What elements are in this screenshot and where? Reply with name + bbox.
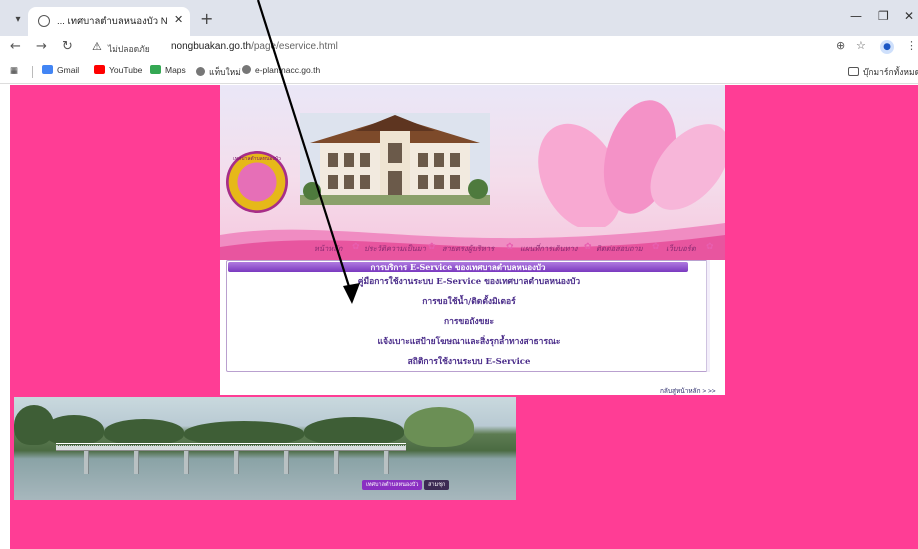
panel-scrollbar[interactable] [706,260,710,372]
water-meter-link[interactable]: การขอใช้น้ำ/ติดตั้งมิเตอร์ [227,294,711,308]
restore-icon[interactable]: ❐ [878,9,889,23]
menu-icon[interactable]: ⋮ [906,39,917,52]
globe-icon [242,65,251,74]
all-bookmarks[interactable]: บุ๊กมาร์กทั้งหมด [848,65,918,79]
maps-icon [150,65,161,74]
district-badge: สามชุก [424,480,450,490]
back-to-home-link[interactable]: กลับสู่หน้าหลัก > >> [660,386,716,396]
river-bridge-photo: เทศบาลตำบลหนองบัว สามชุก [14,397,516,500]
browser-toolbar: ← → ↻ ⚠ ไม่ปลอดภัย nongbuakan.go.th/page… [0,36,918,60]
folder-icon [848,67,859,76]
window-close-icon[interactable]: ✕ [904,9,914,23]
close-tab-icon[interactable]: ✕ [174,13,183,26]
new-tab-icon[interactable]: + [200,9,213,28]
bookmarks-bar: ▦ Gmail YouTube Maps แท็บใหม่ e-plan.nac… [0,60,918,84]
tree [44,415,104,445]
bookmark-label: แท็บใหม่ [209,67,241,77]
bookmark-label: Gmail [57,65,80,75]
bookmark-newtab[interactable]: แท็บใหม่ [196,65,241,79]
google-icon [42,65,53,74]
nav-contact[interactable]: ติดต่อสอบถาม [596,243,643,255]
report-signs-link[interactable]: แจ้งเบาะแสป้ายโฆษณาและสิ่งรุกล้ำทางสาธาร… [227,334,711,348]
bridge-pillar [284,451,289,474]
bookmark-maps[interactable]: Maps [150,65,186,75]
footer-badges: เทศบาลตำบลหนองบัว สามชุก [362,480,450,490]
eservice-stats-link[interactable]: สถิติการใช้งานระบบ E-Service [227,354,711,368]
address-bar[interactable]: ⚠ ไม่ปลอดภัย nongbuakan.go.th/page/eserv… [86,37,906,59]
bridge-pillar [84,451,89,474]
security-label[interactable]: ไม่ปลอดภัย [108,42,150,56]
nav-executive-line[interactable]: สายตรงผู้บริหาร [442,243,494,255]
profile-avatar[interactable]: ● [880,40,894,54]
garbage-bin-link[interactable]: การขอถังขยะ [227,314,711,328]
forward-icon[interactable]: → [36,39,47,54]
flower-icon: ✿ [652,242,660,252]
eservice-title: การบริการ E-Service ของเทศบาลตำบลหนองบัว [228,262,688,272]
url-text[interactable]: nongbuakan.go.th/page/eservice.html [171,41,338,52]
pink-background [10,85,220,395]
youtube-icon [94,65,105,74]
url-host: nongbuakan.go.th [171,41,252,52]
tree [104,419,184,445]
bookmark-label: e-plan.nacc.go.th [255,65,321,75]
flower-icon: ✿ [706,242,714,252]
pink-background [725,85,918,395]
bookmark-divider [32,66,33,78]
nav-webboard[interactable]: เว็บบอร์ด [666,243,696,255]
bridge-pillar [334,451,339,474]
bridge-pillar [384,451,389,474]
flower-icon: ✿ [506,242,514,252]
back-icon[interactable]: ← [10,39,21,54]
seal-text: เทศบาลตำบลหนองบัว [233,156,281,162]
nav-home[interactable]: หน้าหลัก [314,243,342,255]
bookmark-youtube[interactable]: YouTube [94,65,142,75]
bookmark-label: Maps [165,65,186,75]
globe-icon [38,15,50,27]
flower-icon: ✿ [352,242,360,252]
main-nav: หน้าหลัก ✿ ประวัติความเป็นมา ✿ สายตรงผู้… [300,241,723,259]
eservice-manual-link[interactable]: คู่มือการใช้งานระบบ E-Service ของเทศบาลต… [227,274,711,288]
site-banner: เทศบาลตำบลหนองบัว [220,85,725,260]
bookmark-gmail[interactable]: Gmail [42,65,79,75]
star-icon[interactable]: ☆ [856,39,866,52]
tree [404,407,474,447]
warning-icon[interactable]: ⚠ [92,40,102,53]
bridge-deck [56,446,406,451]
nav-travel-map[interactable]: แผนที่การเดินทาง [520,243,577,255]
building-image [300,113,490,205]
bookmark-label: YouTube [109,65,143,75]
flower-icon: ✿ [584,242,592,252]
apps-icon[interactable]: ▦ [10,65,18,76]
zoom-icon[interactable]: ⊕ [836,39,845,52]
lotus-graphic [538,100,725,227]
reload-icon[interactable]: ↻ [62,39,73,54]
bridge-pillar [234,451,239,474]
bridge-pillar [184,451,189,474]
tab-search-icon[interactable]: ▾ [10,12,26,28]
nav-history[interactable]: ประวัติความเป็นมา [364,243,426,255]
eservice-panel: การบริการ E-Service ของเทศบาลตำบลหนองบัว… [226,260,710,372]
url-path: /page/eservice.html [251,41,338,52]
tree [184,421,304,445]
minimize-icon[interactable]: — [850,9,862,23]
bookmark-eplan[interactable]: e-plan.nacc.go.th [242,65,320,75]
tree [304,417,404,445]
active-tab[interactable]: ... เทศบาลตำบลหนองบัว NoNGB ✕ [28,7,190,36]
all-bookmarks-label: บุ๊กมาร์กทั้งหมด [863,67,918,77]
web-page: เทศบาลตำบลหนองบัว หน้าหลัก ✿ ประวัติความ… [0,85,918,549]
tab-title: ... เทศบาลตำบลหนองบัว NoNGB [57,16,167,27]
globe-icon [196,67,205,76]
municipality-badge: เทศบาลตำบลหนองบัว [362,480,423,490]
flower-icon: ✿ [428,242,436,252]
bridge-pillar [134,451,139,474]
tab-bar: ▾ ... เทศบาลตำบลหนองบัว NoNGB ✕ + — ❐ ✕ [0,0,918,36]
